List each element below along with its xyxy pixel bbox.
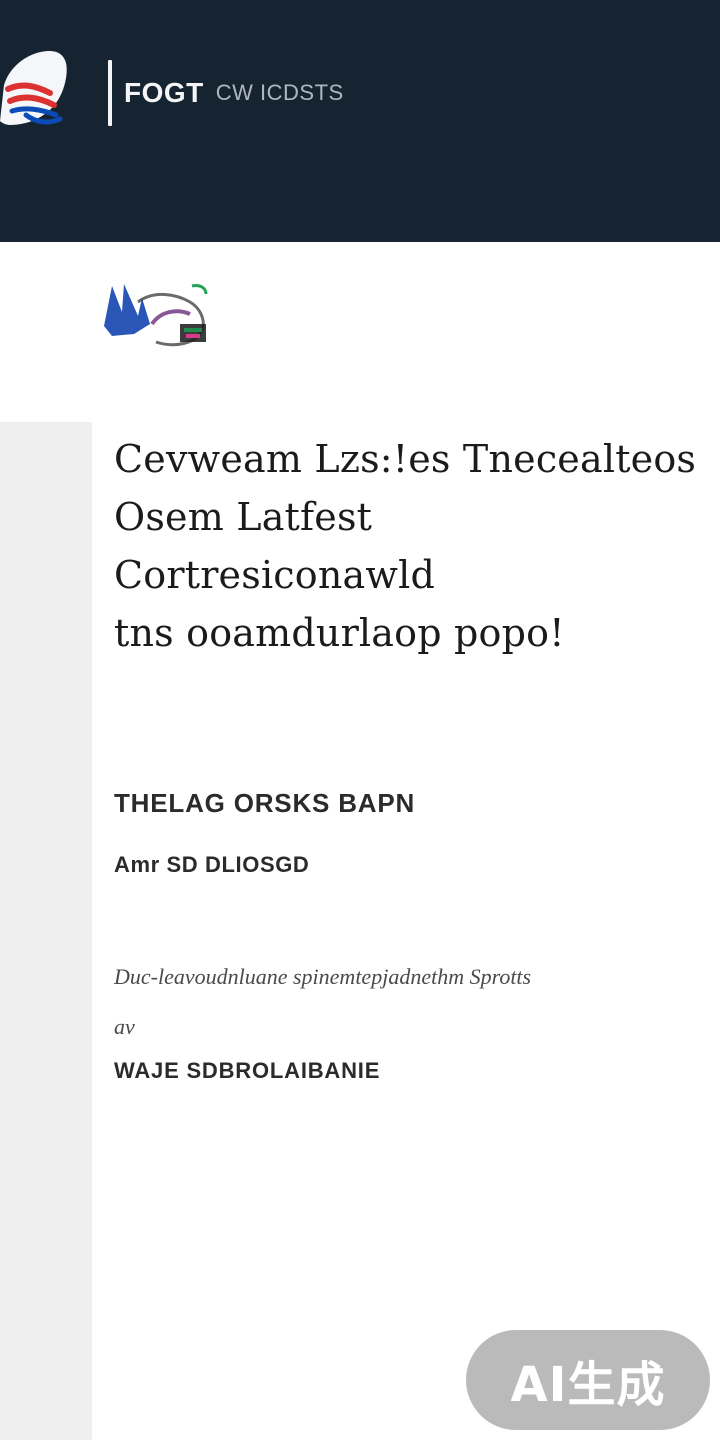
ai-generated-badge-text: AI生成 [510,1357,666,1413]
header-title-group: FOGT CW ICDSTS [108,58,344,128]
title-accent-bar [108,60,112,126]
header-bar: FOGT CW ICDSTS [0,0,720,242]
description-line: av [114,1014,135,1039]
main-content: Cevweam Lzs:!es Tnecealteos Osem Latfest… [114,430,704,662]
app-title: FOGT [124,77,204,108]
app-subtitle: CW ICDSTS [215,80,344,105]
article-heading-line: Osem Latfest Cortresiconawld [114,495,435,597]
description: Duc-leavoudnluane spinemtepjadnethm Spro… [114,952,694,1052]
article-heading: Cevweam Lzs:!es Tnecealteos Osem Latfest… [114,430,704,662]
left-rail [0,422,92,1440]
meta-line: Amr SD DLIOSGD [114,852,310,877]
feather-logo-icon[interactable] [0,45,70,135]
section-label: THELAG ORSKS BAPN [114,788,416,818]
app-root: FOGT CW ICDSTS Cevweam Lzs:!es Tnecealte… [0,0,720,1440]
decorative-illustration [94,268,218,354]
hero-section [0,242,720,422]
footer-label: WAJE SDBROLAIBANIE [114,1058,381,1083]
article-heading-line: tns ooamdurlaop popo! [114,611,565,655]
article-heading-line: Cevweam Lzs:!es Tnecealteos [114,437,697,481]
description-line: Duc-leavoudnluane spinemtepjadnethm Spro… [114,964,532,989]
ai-generated-badge: AI生成 [466,1330,710,1430]
